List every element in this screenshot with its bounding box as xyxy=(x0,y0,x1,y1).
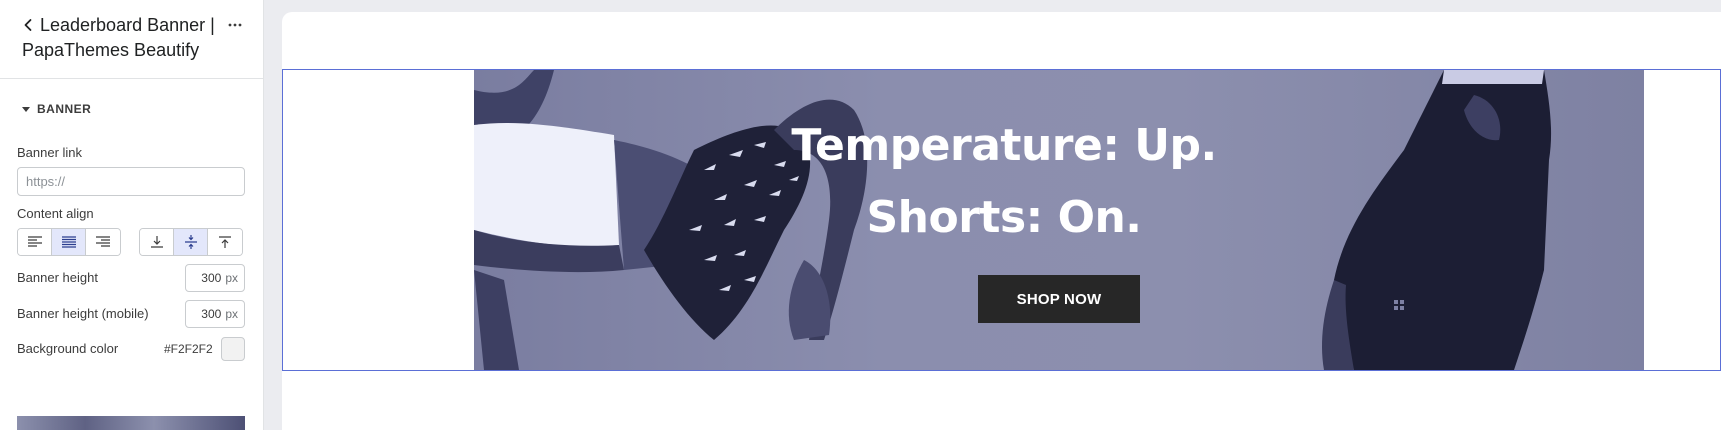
align-middle-icon xyxy=(184,235,197,249)
banner-image-thumbnail[interactable] xyxy=(17,416,245,430)
content-align-label: Content align xyxy=(17,206,94,221)
align-right-button[interactable] xyxy=(86,229,120,255)
horizontal-align-group xyxy=(17,228,121,256)
sidebar-header: Leaderboard Banner | PapaThemes Beautify xyxy=(0,0,264,79)
banner-height-unit: px xyxy=(225,271,238,285)
banner-headline-2: Shorts: On. xyxy=(866,192,1142,243)
leaderboard-banner[interactable]: Temperature: Up. Shorts: On. SHOP NOW xyxy=(474,70,1644,370)
caret-down-icon xyxy=(22,106,30,112)
banner-link-label: Banner link xyxy=(17,145,83,160)
align-bottom-icon xyxy=(150,236,163,248)
section-title: Leaderboard Banner | PapaThemes Beautify xyxy=(22,15,215,60)
banner-height-mobile-value: 300 xyxy=(201,307,222,321)
banner-height-value: 300 xyxy=(201,271,222,285)
banner-height-label: Banner height xyxy=(17,270,98,285)
banner-height-input[interactable]: 300 px xyxy=(185,264,245,292)
more-horizontal-icon[interactable] xyxy=(226,16,244,34)
banner-height-mobile-unit: px xyxy=(225,307,238,321)
settings-sidebar: Leaderboard Banner | PapaThemes Beautify… xyxy=(0,0,264,430)
align-middle-button[interactable] xyxy=(174,229,208,255)
banner-headline-1: Temperature: Up. xyxy=(791,120,1217,171)
align-left-icon xyxy=(27,236,42,247)
banner-link-input[interactable] xyxy=(17,167,245,196)
banner-height-mobile-input[interactable]: 300 px xyxy=(185,300,245,328)
vertical-align-group xyxy=(139,228,243,256)
align-top-button[interactable] xyxy=(208,229,242,255)
background-color-label: Background color xyxy=(17,341,119,356)
section-label: BANNER xyxy=(37,102,92,116)
shop-now-button[interactable]: SHOP NOW xyxy=(978,275,1140,323)
align-left-button[interactable] xyxy=(18,229,52,255)
banner-section-toggle[interactable]: BANNER xyxy=(22,101,91,117)
align-center-button[interactable] xyxy=(52,229,86,255)
background-color-value: #F2F2F2 xyxy=(164,342,213,356)
align-center-icon xyxy=(61,236,76,248)
background-color-swatch[interactable] xyxy=(221,337,245,361)
align-top-icon xyxy=(219,236,231,248)
align-right-icon xyxy=(96,236,110,247)
banner-height-mobile-label: Banner height (mobile) xyxy=(17,306,149,321)
align-bottom-button[interactable] xyxy=(140,229,174,255)
